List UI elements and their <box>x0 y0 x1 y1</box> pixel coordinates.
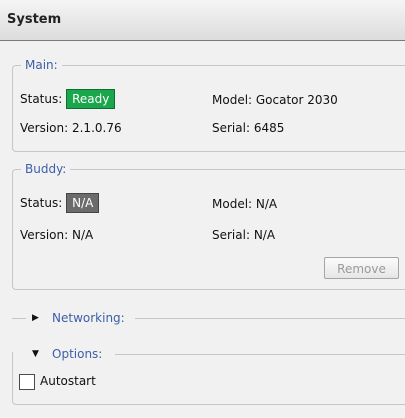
triangle-down-icon: ▼ <box>32 349 39 359</box>
options-section-toggle[interactable]: ▼ Options: <box>12 346 405 362</box>
main-version: Version: 2.1.0.76 <box>20 121 122 135</box>
autostart-checkbox[interactable] <box>19 374 35 390</box>
system-panel: System Main: Status: Ready Model: Gocato… <box>0 0 405 418</box>
triangle-right-icon: ▶ <box>32 313 39 323</box>
options-divider-right <box>115 354 405 355</box>
options-divider-left <box>12 354 26 355</box>
main-legend: Main: <box>25 58 58 72</box>
panel-title: System <box>7 12 62 27</box>
networking-divider-left <box>12 318 26 319</box>
buddy-status-label: Status: <box>20 196 63 210</box>
buddy-serial: Serial: N/A <box>212 228 276 242</box>
main-status-badge: Ready <box>66 89 116 109</box>
networking-divider-right <box>135 318 405 319</box>
buddy-version: Version: N/A <box>20 228 94 242</box>
main-model: Model: Gocator 2030 <box>212 93 338 107</box>
buddy-model: Model: N/A <box>212 197 278 211</box>
main-status: Status: Ready <box>20 89 116 109</box>
remove-button[interactable]: Remove <box>324 257 399 279</box>
buddy-status: Status: N/A <box>20 193 100 213</box>
networking-section-toggle[interactable]: ▶ Networking: <box>12 310 405 326</box>
panel-header: System <box>0 0 405 41</box>
buddy-legend: Buddy: <box>25 162 67 176</box>
autostart-label[interactable]: Autostart <box>40 374 96 388</box>
networking-label: Networking: <box>52 311 125 325</box>
main-status-label: Status: <box>20 92 63 106</box>
main-serial: Serial: 6485 <box>212 121 285 135</box>
options-label: Options: <box>52 347 103 361</box>
buddy-status-badge: N/A <box>66 193 100 213</box>
